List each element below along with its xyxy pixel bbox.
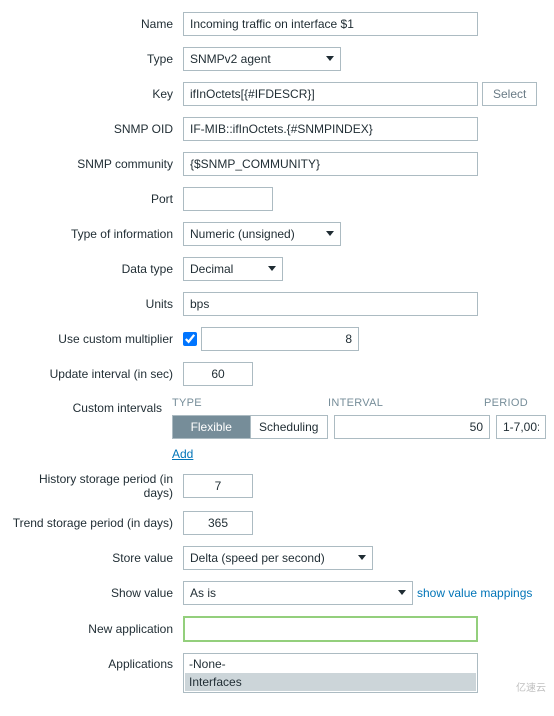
tab-scheduling[interactable]: Scheduling [250, 416, 328, 438]
ci-header-interval: INTERVAL [328, 397, 484, 409]
label-key: Key [8, 87, 183, 101]
ci-type-segment: Flexible Scheduling [172, 415, 328, 439]
snmp-oid-input[interactable] [183, 117, 478, 141]
label-snmp-oid: SNMP OID [8, 122, 183, 136]
ci-header-type: TYPE [172, 397, 328, 409]
tab-flexible[interactable]: Flexible [173, 416, 250, 438]
label-custom-intervals: Custom intervals [8, 397, 172, 415]
select-button[interactable]: Select [482, 82, 537, 106]
label-data-type: Data type [8, 262, 183, 276]
update-interval-input[interactable] [183, 362, 253, 386]
label-applications: Applications [8, 653, 183, 671]
label-trend-period: Trend storage period (in days) [8, 516, 183, 530]
type-of-info-select[interactable]: Numeric (unsigned) [183, 222, 341, 246]
new-application-input[interactable] [183, 616, 478, 642]
list-item[interactable]: Interfaces [185, 673, 476, 691]
label-units: Units [8, 297, 183, 311]
custom-intervals-block: TYPE INTERVAL PERIOD Flexible Scheduling… [172, 397, 546, 461]
ci-period-input[interactable] [496, 415, 546, 439]
item-form: Name Type SNMPv2 agent Key Select SNMP O… [0, 0, 554, 716]
label-update-interval: Update interval (in sec) [8, 367, 183, 381]
applications-listbox[interactable]: -None- Interfaces [183, 653, 478, 693]
show-value-mappings-link[interactable]: show value mappings [417, 586, 532, 600]
label-history-period: History storage period (in days) [8, 472, 183, 500]
data-type-select[interactable]: Decimal [183, 257, 283, 281]
ci-add-link[interactable]: Add [172, 447, 193, 461]
ci-header-period: PERIOD [484, 397, 528, 409]
snmp-community-input[interactable] [183, 152, 478, 176]
multiplier-checkbox[interactable] [183, 332, 197, 346]
key-input[interactable] [183, 82, 478, 106]
store-value-select[interactable]: Delta (speed per second) [183, 546, 373, 570]
label-new-application: New application [8, 622, 183, 636]
label-snmp-community: SNMP community [8, 157, 183, 171]
name-input[interactable] [183, 12, 478, 36]
label-name: Name [8, 17, 183, 31]
type-select[interactable]: SNMPv2 agent [183, 47, 341, 71]
label-type: Type [8, 52, 183, 66]
show-value-select[interactable]: As is [183, 581, 413, 605]
list-item[interactable]: -None- [185, 655, 476, 673]
label-show-value: Show value [8, 586, 183, 600]
multiplier-input[interactable] [201, 327, 359, 351]
label-use-multiplier: Use custom multiplier [8, 332, 183, 346]
label-type-of-info: Type of information [8, 227, 183, 241]
label-store-value: Store value [8, 551, 183, 565]
history-period-input[interactable] [183, 474, 253, 498]
trend-period-input[interactable] [183, 511, 253, 535]
port-input[interactable] [183, 187, 273, 211]
ci-interval-input[interactable] [334, 415, 490, 439]
units-input[interactable] [183, 292, 478, 316]
label-port: Port [8, 192, 183, 206]
